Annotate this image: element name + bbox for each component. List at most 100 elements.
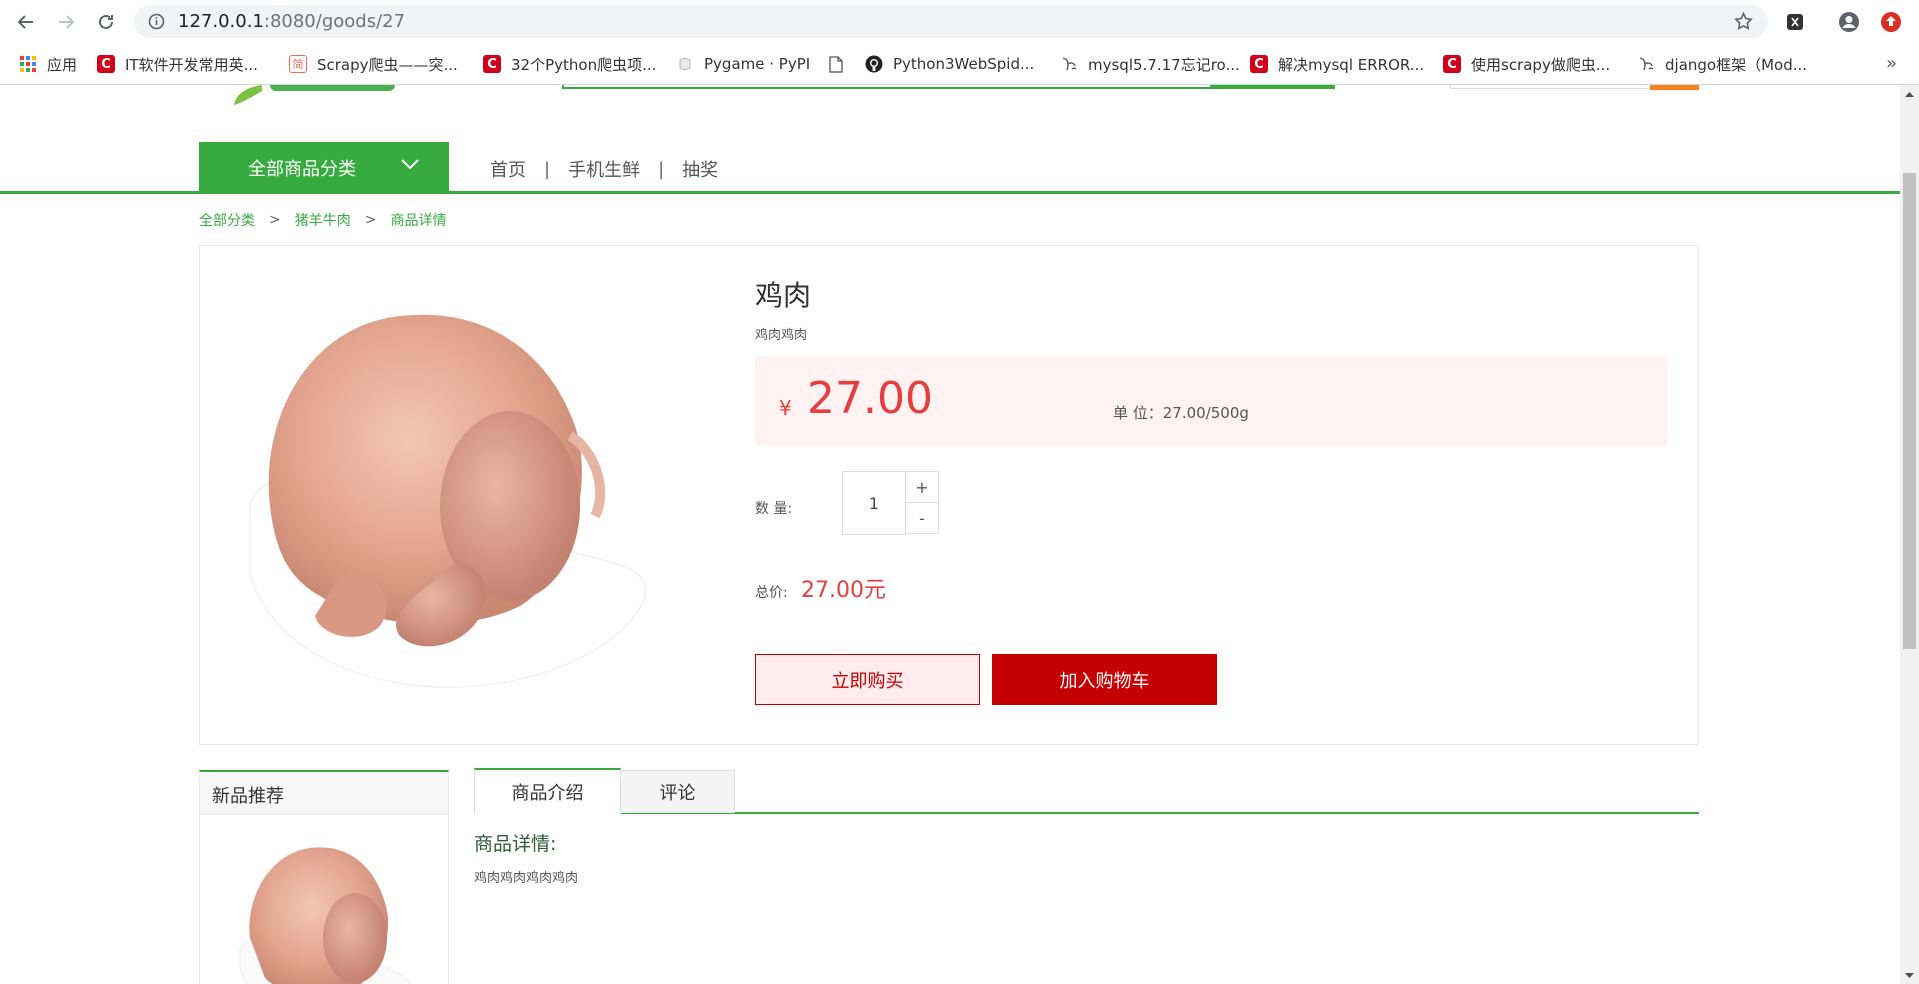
nav-link-lottery[interactable]: 抽奖 <box>682 156 718 182</box>
bookmark-label: Python3WebSpid... <box>893 55 1035 73</box>
scrollbar-thumb[interactable] <box>1903 173 1916 649</box>
blog-icon <box>1060 55 1078 73</box>
product-name: 鸡肉 <box>755 279 812 312</box>
bookmark-page[interactable] <box>827 52 855 76</box>
back-button[interactable] <box>13 9 39 35</box>
all-categories-menu[interactable]: 全部商品分类 <box>199 142 449 193</box>
navbar-divider <box>0 191 1900 194</box>
add-to-cart-button[interactable]: 加入购物车 <box>992 654 1217 705</box>
url-path: :8080/goods/27 <box>263 11 406 32</box>
bookmark-pygame[interactable]: Pygame · PyPI <box>676 52 810 76</box>
pypi-icon <box>676 55 694 73</box>
bookmark-scrapy[interactable]: 简 Scrapy爬虫——突... <box>289 52 458 76</box>
url-host: 127.0.0.1 <box>178 11 264 32</box>
account-icon <box>1839 12 1859 32</box>
reload-icon <box>99 14 113 29</box>
scroll-down-arrow-icon[interactable] <box>1900 967 1919 984</box>
csdn-icon: C <box>97 55 115 73</box>
quantity-input[interactable]: 1 <box>842 471 906 535</box>
main-nav: 首页 | 手机生鲜 | 抽奖 <box>490 156 718 182</box>
bookmark-label: 使用scrapy做爬虫... <box>1471 55 1611 74</box>
nav-separator: | <box>658 158 665 180</box>
extension-button[interactable] <box>1782 9 1808 35</box>
scroll-up-arrow-icon[interactable] <box>1900 85 1919 102</box>
bookmark-star-icon[interactable] <box>1733 11 1754 32</box>
bookmark-label: Scrapy爬虫——突... <box>317 55 458 74</box>
url-text: 127.0.0.1:8080/goods/27 <box>178 11 405 32</box>
info-icon <box>148 13 165 30</box>
profile-button[interactable] <box>1836 9 1862 35</box>
page-viewport: 全部商品分类 首页 | 手机生鲜 | 抽奖 全部分类 > 猪羊牛肉 > 商品详情 <box>0 85 1900 984</box>
bookmark-apps[interactable]: 应用 <box>19 52 77 76</box>
forward-button[interactable] <box>53 9 79 35</box>
all-categories-label: 全部商品分类 <box>248 158 356 180</box>
browser-toolbar: 127.0.0.1:8080/goods/27 <box>0 0 1919 43</box>
cart-box-remnant[interactable] <box>1450 85 1650 89</box>
breadcrumb-separator: > <box>269 212 281 228</box>
breadcrumb-separator: > <box>364 212 377 228</box>
breadcrumb-current[interactable]: 商品详情 <box>390 210 446 230</box>
bookmarks-overflow-button[interactable]: » <box>1886 53 1897 74</box>
cart-count-remnant[interactable] <box>1650 85 1699 90</box>
new-products-title: 新品推荐 <box>200 772 448 815</box>
new-products-panel: 新品推荐 <box>199 770 449 984</box>
new-product-thumbnail[interactable] <box>230 828 418 984</box>
tab-comments[interactable]: 评论 <box>620 770 735 813</box>
reload-button[interactable] <box>93 9 119 35</box>
blog-icon <box>1637 55 1655 73</box>
bookmark-label: 应用 <box>47 55 78 74</box>
product-price: 27.00 <box>807 373 933 424</box>
bookmark-scrapy-crawler[interactable]: C 使用scrapy做爬虫... <box>1443 52 1610 76</box>
breadcrumb-category[interactable]: 猪羊牛肉 <box>295 210 351 230</box>
nav-separator: | <box>544 158 551 180</box>
search-button-remnant[interactable] <box>1210 85 1335 89</box>
detail-text: 鸡肉鸡肉鸡肉鸡肉 <box>474 871 579 886</box>
page-icon <box>827 55 845 73</box>
detail-heading: 商品详情: <box>474 833 557 855</box>
price-band: ¥ 27.00 单 位：27.00/500g <box>755 356 1667 446</box>
logo-leaf-icon[interactable] <box>232 85 272 107</box>
product-image <box>230 276 667 715</box>
total-price: 27.00元 <box>801 578 886 603</box>
product-subtitle: 鸡肉鸡肉 <box>755 328 808 343</box>
bookmark-label: Pygame · PyPI <box>704 55 811 73</box>
total-label: 总价: <box>755 585 788 601</box>
update-button[interactable] <box>1878 9 1904 35</box>
bookmark-python3webspider[interactable]: Python3WebSpid... <box>865 52 1034 76</box>
buy-now-button[interactable]: 立即购买 <box>755 654 980 705</box>
apps-grid-icon <box>19 55 37 73</box>
nav-link-fresh[interactable]: 手机生鲜 <box>568 156 640 182</box>
breadcrumb: 全部分类 > 猪羊牛肉 > 商品详情 <box>199 210 446 230</box>
bookmark-mysql-error[interactable]: C 解决mysql ERROR... <box>1250 52 1424 76</box>
chevron-down-icon <box>401 159 419 170</box>
bookmark-label: IT软件开发常用英... <box>125 55 258 74</box>
bookmarks-bar: 应用 C IT软件开发常用英... 简 Scrapy爬虫——突... C 32个… <box>0 43 1919 85</box>
currency-symbol: ¥ <box>779 396 792 420</box>
page-scrollbar[interactable] <box>1900 85 1919 984</box>
bookmark-label: 32个Python爬虫项... <box>511 55 657 74</box>
bookmark-mysql-root[interactable]: mysql5.7.17忘记ro... <box>1060 52 1240 76</box>
bookmark-label: 解决mysql ERROR... <box>1278 55 1425 74</box>
quantity-decrement-button[interactable]: - <box>905 502 939 534</box>
csdn-icon: C <box>483 55 501 73</box>
csdn-icon: C <box>1250 55 1268 73</box>
breadcrumb-all-categories[interactable]: 全部分类 <box>199 210 255 230</box>
product-panel: 鸡肉 鸡肉鸡肉 ¥ 27.00 单 位：27.00/500g 数 量: 1 + … <box>199 245 1699 745</box>
extension-x-icon <box>1787 14 1803 30</box>
quantity-label: 数 量: <box>755 501 793 517</box>
csdn-icon: C <box>1443 55 1461 73</box>
bookmark-python-projects[interactable]: C 32个Python爬虫项... <box>483 52 656 76</box>
address-bar[interactable]: 127.0.0.1:8080/goods/27 <box>134 5 1768 38</box>
logo-remnant <box>270 85 395 91</box>
nav-link-home[interactable]: 首页 <box>490 156 526 182</box>
quantity-increment-button[interactable]: + <box>905 471 939 503</box>
github-icon <box>865 55 883 73</box>
product-unit: 单 位：27.00/500g <box>1113 404 1249 422</box>
tab-product-intro[interactable]: 商品介绍 <box>474 768 621 814</box>
bookmark-it-software[interactable]: C IT软件开发常用英... <box>97 52 258 76</box>
bookmark-label: mysql5.7.17忘记ro... <box>1088 55 1240 74</box>
bookmark-django[interactable]: django框架（Mod... <box>1637 52 1807 76</box>
back-arrow-icon <box>17 15 33 29</box>
update-arrow-icon <box>1881 12 1901 32</box>
forward-arrow-icon <box>59 15 75 29</box>
